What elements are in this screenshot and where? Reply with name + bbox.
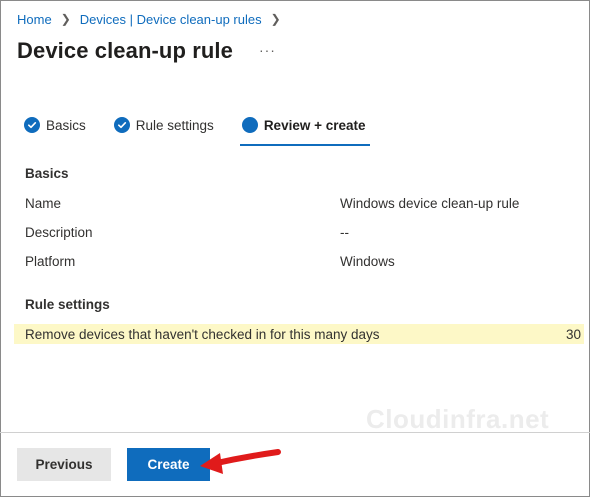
checkmark-icon [113,117,130,133]
rule-label: Remove devices that haven't checked in f… [25,326,380,342]
step-rule-settings[interactable]: Rule settings [113,113,214,137]
step-review-create[interactable]: Review + create [239,113,370,146]
red-arrow-annotation [200,449,281,474]
rule-row: Remove devices that haven't checked in f… [14,324,584,344]
step-label: Basics [46,117,86,133]
title-row: Device clean-up rule ··· [17,38,276,64]
name-row: Name Windows device clean-up rule [25,193,578,213]
platform-row: Platform Windows [25,251,578,271]
page-title: Device clean-up rule [17,38,233,63]
wizard-steps: Basics Rule settings Review + create [24,113,394,147]
step-label: Review + create [263,117,366,133]
rule-settings-heading: Rule settings [25,297,110,312]
breadcrumb-devices[interactable]: Devices | Device clean-up rules [80,12,262,27]
footer-divider [0,432,590,433]
current-step-icon [241,117,258,133]
description-label: Description [25,224,93,240]
description-row: Description -- [25,222,578,242]
name-label: Name [25,195,62,211]
breadcrumb-home[interactable]: Home [17,12,52,27]
more-options-icon[interactable]: ··· [259,42,276,58]
name-value: Windows device clean-up rule [340,195,520,211]
step-label: Rule settings [135,117,214,133]
basics-heading: Basics [25,166,69,181]
watermark: Cloudinfra.net [366,404,550,434]
chevron-right-icon: ❯ [270,12,281,26]
breadcrumb: Home ❯ Devices | Device clean-up rules ❯ [17,10,290,28]
platform-value: Windows [340,253,395,269]
rule-value: 30 [565,326,581,342]
chevron-right-icon: ❯ [60,12,71,26]
platform-label: Platform [25,253,76,269]
previous-button[interactable]: Previous [17,448,111,481]
checkmark-icon [24,117,40,133]
description-value: -- [340,224,349,240]
step-basics[interactable]: Basics [24,113,86,137]
